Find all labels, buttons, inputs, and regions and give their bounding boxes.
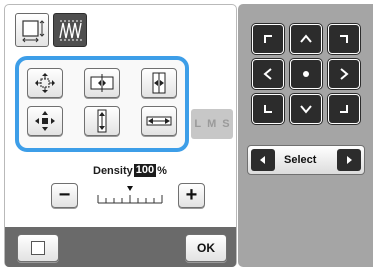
size-small-label[interactable]: S	[222, 118, 229, 130]
expand-all-button[interactable]	[27, 68, 63, 98]
select-label: Select	[284, 154, 317, 166]
navigation-panel: Select	[238, 4, 373, 267]
shrink-all-button[interactable]	[27, 106, 63, 136]
density-label: Density	[93, 164, 133, 177]
frame-tab[interactable]	[15, 13, 49, 47]
move-right-button[interactable]	[328, 59, 360, 89]
frame-size-icon	[22, 20, 45, 43]
move-left-button[interactable]	[252, 59, 284, 89]
density-value: 100	[133, 164, 157, 177]
blank-square-icon	[31, 241, 45, 255]
edit-panel: L M S Density 100 % − + OK	[4, 4, 237, 267]
shrink-horizontal-button[interactable]	[141, 68, 177, 98]
expand-left-right-button[interactable]	[84, 68, 120, 98]
move-top-right-button[interactable]	[328, 24, 360, 54]
size-large-label[interactable]: L	[194, 118, 201, 130]
move-bottom-right-button[interactable]	[328, 94, 360, 124]
pattern-tab[interactable]	[53, 13, 87, 47]
move-up-button[interactable]	[290, 24, 322, 54]
density-readout: Density 100 %	[93, 164, 167, 177]
center-button[interactable]	[290, 59, 322, 89]
corner-bottom-right-icon	[340, 105, 348, 113]
size-selector[interactable]: L M S	[191, 109, 233, 139]
corner-top-left-icon	[264, 35, 272, 43]
plus-icon: +	[185, 184, 198, 206]
expand-vertical-button[interactable]	[84, 106, 120, 136]
shrink-all-icon	[35, 111, 55, 131]
density-decrease-button[interactable]: −	[51, 183, 78, 208]
triangle-left-icon	[260, 156, 265, 164]
preview-button[interactable]	[17, 234, 59, 262]
triangle-right-icon	[347, 156, 352, 164]
move-down-button[interactable]	[290, 94, 322, 124]
shrink-horizontal-icon	[152, 72, 166, 94]
density-pointer-icon	[127, 186, 133, 191]
density-unit: %	[157, 164, 167, 177]
move-bottom-left-button[interactable]	[252, 94, 284, 124]
select-control: Select	[247, 145, 365, 175]
arrow-left-icon	[263, 68, 272, 80]
select-previous-button[interactable]	[251, 149, 275, 171]
expand-all-icon	[35, 73, 55, 93]
move-top-left-button[interactable]	[252, 24, 284, 54]
arrow-up-icon	[300, 34, 312, 43]
select-next-button[interactable]	[337, 149, 361, 171]
density-scale	[97, 186, 163, 204]
density-increase-button[interactable]: +	[178, 183, 205, 208]
ok-button[interactable]: OK	[185, 234, 227, 262]
corner-top-right-icon	[340, 35, 348, 43]
expand-vertical-icon	[97, 109, 107, 133]
corner-bottom-left-icon	[264, 105, 272, 113]
arrow-right-icon	[340, 68, 349, 80]
stitch-pattern-icon	[59, 20, 82, 41]
center-dot-icon	[303, 71, 309, 77]
expand-left-right-icon	[90, 74, 114, 92]
expand-horizontal-button[interactable]	[141, 106, 177, 136]
minus-icon: −	[58, 184, 71, 206]
arrow-down-icon	[300, 105, 312, 114]
size-medium-label[interactable]: M	[207, 118, 216, 130]
expand-horizontal-icon	[146, 116, 172, 126]
